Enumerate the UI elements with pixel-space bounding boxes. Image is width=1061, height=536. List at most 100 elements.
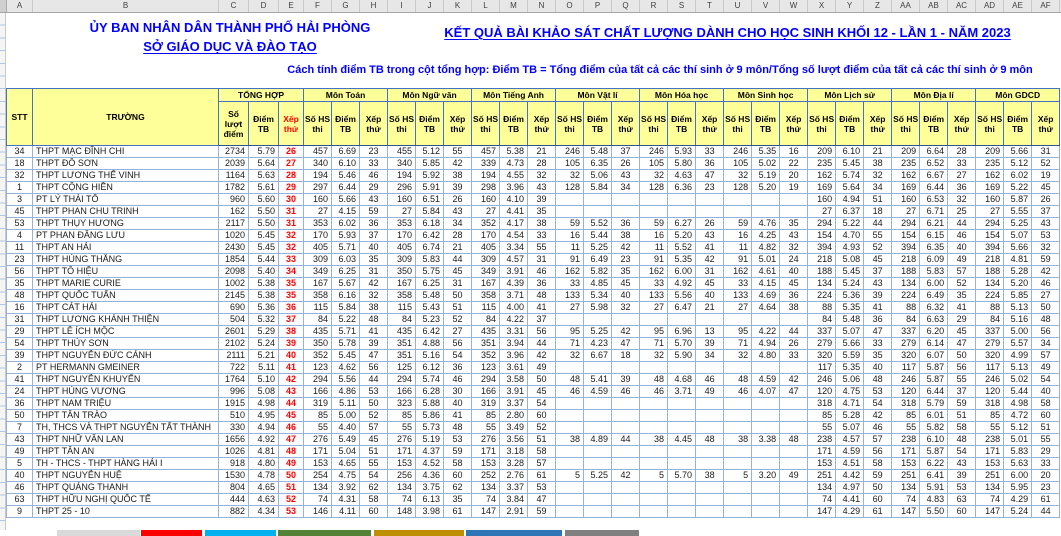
cell-diem-tb[interactable]: 5.60	[249, 194, 279, 206]
cell-xep-thu[interactable]: 33	[279, 254, 304, 266]
cell-diem-tb[interactable]: 5.28	[1004, 266, 1032, 278]
cell-so-hs-thi[interactable]	[556, 410, 584, 422]
cell-diem-tb[interactable]: 5.71	[332, 242, 360, 254]
cell-so-hs-thi[interactable]: 32	[556, 170, 584, 182]
cell-diem-tb[interactable]: 4.98	[249, 398, 279, 410]
cell-so-hs-thi[interactable]: 84	[472, 314, 500, 326]
cell-school-name[interactable]: THPT ĐỒ SƠN	[33, 158, 219, 170]
cell-xep-thu[interactable]: 26	[612, 158, 640, 170]
cell-xep-thu[interactable]: 21	[864, 146, 892, 158]
cell-diem-tb[interactable]: 5.21	[249, 350, 279, 362]
cell-diem-tb[interactable]: 4.37	[416, 446, 444, 458]
cell-so-luot-diem[interactable]: 2430	[219, 242, 249, 254]
cell-so-hs-thi[interactable]	[640, 458, 668, 470]
cell-stt[interactable]: 34	[7, 146, 33, 158]
cell-diem-tb[interactable]: 5.45	[836, 266, 864, 278]
cell-diem-tb[interactable]: 5.45	[332, 350, 360, 362]
cell-xep-thu[interactable]: 57	[1032, 350, 1060, 362]
cell-so-hs-thi[interactable]: 309	[388, 254, 416, 266]
cell-so-luot-diem[interactable]: 690	[219, 302, 249, 314]
cell-diem-tb[interactable]: 4.07	[752, 386, 780, 398]
cell-so-hs-thi[interactable]: 169	[976, 182, 1004, 194]
cell-xep-thu[interactable]: 32	[948, 194, 976, 206]
cell-xep-thu[interactable]: 43	[948, 458, 976, 470]
cell-so-hs-thi[interactable]: 147	[976, 506, 1004, 518]
cell-xep-thu[interactable]: 29	[279, 182, 304, 194]
cell-diem-tb[interactable]: 3.75	[416, 482, 444, 494]
cell-so-luot-diem[interactable]: 882	[219, 506, 249, 518]
cell-so-hs-thi[interactable]: 115	[304, 302, 332, 314]
cell-diem-tb[interactable]: 5.36	[249, 302, 279, 314]
cell-so-hs-thi[interactable]: 91	[556, 254, 584, 266]
cell-xep-thu[interactable]: 52	[360, 410, 388, 422]
cell-so-hs-thi[interactable]: 160	[892, 194, 920, 206]
cell-school-name[interactable]: THPT CÁT HẢI	[33, 302, 219, 314]
cell-so-hs-thi[interactable]: 46	[556, 386, 584, 398]
cell-xep-thu[interactable]: 44	[1032, 506, 1060, 518]
cell-xep-thu[interactable]: 40	[1032, 386, 1060, 398]
cell-so-hs-thi[interactable]: 224	[892, 290, 920, 302]
cell-diem-tb[interactable]	[584, 194, 612, 206]
cell-diem-tb[interactable]: 6.22	[920, 458, 948, 470]
cell-so-hs-thi[interactable]: 319	[304, 398, 332, 410]
cell-xep-thu[interactable]	[780, 398, 808, 410]
column-header-AF[interactable]: AF	[1032, 0, 1060, 12]
cell-xep-thu[interactable]: 40	[444, 398, 472, 410]
column-header-L[interactable]: L	[472, 0, 500, 12]
cell-xep-thu[interactable]: 32	[279, 230, 304, 242]
cell-so-hs-thi[interactable]	[640, 422, 668, 434]
cell-xep-thu[interactable]: 48	[696, 434, 724, 446]
cell-diem-tb[interactable]: 5.22	[332, 314, 360, 326]
cell-so-hs-thi[interactable]: 246	[976, 374, 1004, 386]
cell-so-hs-thi[interactable]: 91	[724, 254, 752, 266]
cell-so-luot-diem[interactable]: 1764	[219, 374, 249, 386]
cell-diem-tb[interactable]: 5.08	[249, 386, 279, 398]
cell-school-name[interactable]: THPT QUẢNG THANH	[33, 482, 219, 494]
cell-school-name[interactable]: THPT THỦY SƠN	[33, 338, 219, 350]
cell-diem-tb[interactable]: 6.10	[836, 146, 864, 158]
cell-xep-thu[interactable]: 60	[864, 494, 892, 506]
cell-xep-thu[interactable]	[780, 314, 808, 326]
cell-diem-tb[interactable]: 5.07	[1004, 230, 1032, 242]
cell-so-hs-thi[interactable]: 95	[724, 326, 752, 338]
cell-xep-thu[interactable]	[696, 422, 724, 434]
cell-diem-tb[interactable]: 4.63	[249, 494, 279, 506]
cell-so-hs-thi[interactable]: 32	[724, 170, 752, 182]
cell-so-hs-thi[interactable]: 11	[640, 242, 668, 254]
cell-so-hs-thi[interactable]: 160	[808, 194, 836, 206]
cell-diem-tb[interactable]: 4.36	[416, 470, 444, 482]
cell-xep-thu[interactable]	[696, 446, 724, 458]
cell-xep-thu[interactable]	[780, 194, 808, 206]
cell-so-luot-diem[interactable]: 510	[219, 410, 249, 422]
cell-xep-thu[interactable]: 32	[1032, 242, 1060, 254]
cell-diem-tb[interactable]: 5.50	[920, 506, 948, 518]
cell-so-hs-thi[interactable]: 84	[976, 314, 1004, 326]
cell-xep-thu[interactable]: 24	[780, 254, 808, 266]
cell-so-hs-thi[interactable]: 59	[724, 218, 752, 230]
cell-diem-tb[interactable]: 5.01	[1004, 434, 1032, 446]
cell-xep-thu[interactable]: 44	[948, 218, 976, 230]
header-mon-lich-su[interactable]: Môn Lịch sử	[808, 89, 892, 102]
cell-diem-tb[interactable]	[752, 398, 780, 410]
cell-xep-thu[interactable]: 36	[780, 290, 808, 302]
cell-diem-tb[interactable]: 4.17	[500, 218, 528, 230]
cell-xep-thu[interactable]: 56	[528, 326, 556, 338]
sheet-tab-5[interactable]	[374, 530, 464, 536]
cell-so-hs-thi[interactable]: 105	[640, 158, 668, 170]
cell-xep-thu[interactable]: 55	[528, 242, 556, 254]
cell-diem-tb[interactable]	[668, 194, 696, 206]
cell-xep-thu[interactable]	[612, 422, 640, 434]
cell-diem-tb[interactable]: 4.68	[668, 374, 696, 386]
subheader-cell[interactable]: Điểm TB	[836, 102, 864, 146]
cell-xep-thu[interactable]	[780, 458, 808, 470]
cell-so-hs-thi[interactable]: 166	[388, 386, 416, 398]
cell-so-hs-thi[interactable]: 167	[304, 278, 332, 290]
cell-xep-thu[interactable]: 45	[360, 434, 388, 446]
cell-diem-tb[interactable]	[584, 458, 612, 470]
cell-so-hs-thi[interactable]: 59	[640, 218, 668, 230]
cell-so-hs-thi[interactable]: 11	[556, 242, 584, 254]
cell-diem-tb[interactable]: 4.10	[500, 194, 528, 206]
cell-diem-tb[interactable]: 3.49	[500, 422, 528, 434]
cell-xep-thu[interactable]: 28	[948, 146, 976, 158]
cell-school-name[interactable]: THPT TÂN AN	[33, 446, 219, 458]
